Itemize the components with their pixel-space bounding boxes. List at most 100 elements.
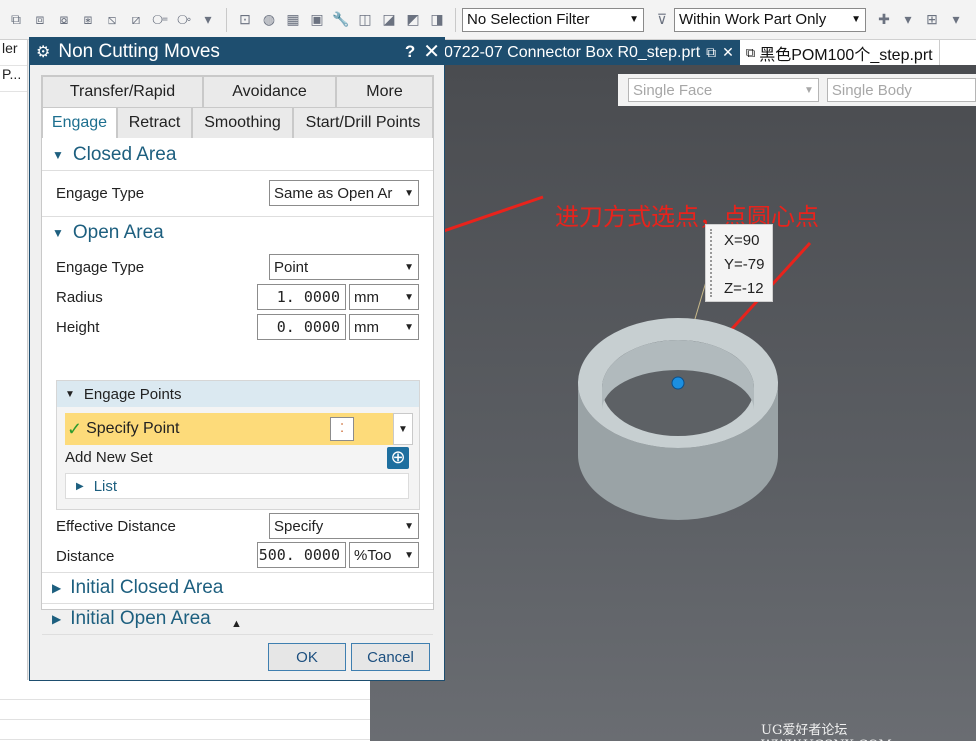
selection-filter-dropdown[interactable]: No Selection Filter ▼	[462, 7, 644, 32]
gear-icon[interactable]: ⚙	[36, 42, 50, 62]
expand-right-icon: ▶	[76, 480, 84, 492]
list-label: List	[93, 477, 118, 495]
tab-smoothing[interactable]: Smoothing	[192, 107, 293, 138]
section-title: Initial Open Area	[70, 608, 211, 629]
open-engage-type-dropdown[interactable]: Point ▼	[269, 254, 419, 280]
tab-more[interactable]: More	[336, 76, 433, 107]
tab-engage[interactable]: Engage	[42, 107, 117, 138]
point-dialog-icon[interactable]: ⁚	[330, 417, 354, 441]
distance-row: Distance 500. 0000 %Too ▼	[42, 541, 433, 573]
radius-input[interactable]: 1. 0000	[257, 284, 346, 310]
tab-start-drill-points[interactable]: Start/Drill Points	[293, 107, 433, 138]
navigator-strip: ler P...	[0, 40, 28, 741]
distance-input[interactable]: 500. 0000	[257, 542, 346, 568]
snap-active-icon[interactable]: ◫	[355, 10, 375, 30]
snap-grid-icon[interactable]: ▦	[283, 10, 303, 30]
engage-points-header[interactable]: ▼ Engage Points	[57, 381, 419, 407]
dialog-title-bar[interactable]: ⚙ Non Cutting Moves ? ✕	[30, 38, 444, 65]
select-component-icon[interactable]: ⧄	[126, 10, 146, 30]
point-type-dropdown[interactable]: ▼	[393, 413, 413, 445]
coord-x: X=90	[724, 232, 760, 249]
radius-unit-dropdown[interactable]: mm ▼	[349, 284, 419, 310]
close-icon[interactable]: ✕	[722, 44, 734, 61]
select-sketch-icon[interactable]: ⧃	[150, 10, 170, 30]
selection-filter-value: No Selection Filter	[467, 11, 590, 28]
open-area-header[interactable]: ▼ Open Area	[42, 217, 433, 248]
snap-image-icon[interactable]: ▣	[307, 10, 327, 30]
effective-distance-row: Effective Distance Specify ▼	[42, 512, 433, 541]
height-row: Height 0. 0000 mm ▼	[42, 312, 433, 342]
help-button[interactable]: ?	[405, 42, 415, 62]
initial-closed-area-header[interactable]: ▶ Initial Closed Area	[42, 573, 433, 604]
toolbar-divider	[226, 7, 227, 32]
doc-tab-pom[interactable]: ⧉ 黑色POM100个_step.prt	[739, 40, 940, 65]
closed-area-header[interactable]: ▼ Closed Area	[42, 140, 433, 171]
chevron-down-icon: ▼	[404, 520, 414, 532]
collapse-up-icon[interactable]: ▲	[231, 618, 242, 630]
dialog-title: Non Cutting Moves	[58, 40, 220, 62]
select-edge-icon[interactable]: ⧆	[78, 10, 98, 30]
close-icon[interactable]: ✕	[423, 39, 440, 64]
toolbar-divider	[455, 7, 456, 32]
expand-right-icon: ▶	[52, 581, 62, 595]
assembly-select-icon[interactable]: ⊞	[922, 10, 942, 30]
snap-sphere-icon[interactable]: ◍	[259, 10, 279, 30]
main-toolbar: ⧉ ⧈ ⧇ ⧆ ⧅ ⧄ ⧃ ⧂ ▾ ⊡ ◍ ▦ ▣ 🔧 ◫ ◪ ◩ ◨ No S…	[0, 0, 976, 40]
select-face-icon[interactable]: ⧇	[54, 10, 74, 30]
face-rule-dropdown[interactable]: Single Face ▼	[628, 78, 819, 102]
snap-orange-icon[interactable]: ◪	[379, 10, 399, 30]
field-label: Height	[56, 318, 100, 336]
scope-filter-dropdown[interactable]: Within Work Part Only ▼	[674, 7, 866, 32]
body-rule-dropdown[interactable]: Single Body	[826, 78, 976, 102]
window-icon[interactable]: ⧉	[706, 44, 716, 61]
distance-unit-dropdown[interactable]: %Too ▼	[349, 542, 419, 568]
open-engage-type-row: Engage Type Point ▼	[42, 252, 433, 282]
snap-point-icon[interactable]: ⊡	[235, 10, 255, 30]
tab-retract[interactable]: Retract	[117, 107, 192, 138]
expand-down-icon: ▼	[65, 388, 75, 400]
specify-point-row[interactable]: ✓ Specify Point ⁚ ▼	[65, 413, 413, 445]
watermark: UG爱好者论坛 WWW.UGSNX.COM	[761, 723, 892, 741]
add-filter-icon[interactable]: ✚	[874, 10, 894, 30]
section-title: Closed Area	[72, 144, 177, 165]
tab-row-1: Transfer/Rapid Avoidance More	[42, 76, 433, 107]
graphics-viewport[interactable]	[349, 65, 976, 741]
list-expander[interactable]: ▶ List	[65, 473, 409, 499]
expand-down-icon: ▼	[52, 148, 64, 162]
filter-funnel-icon[interactable]: ⊽	[652, 10, 672, 30]
closed-engage-type-row: Engage Type Same as Open Ar ▼	[42, 171, 433, 217]
cancel-button[interactable]: Cancel	[351, 643, 430, 671]
ok-button[interactable]: OK	[268, 643, 346, 671]
snap-tools-icon[interactable]: ◩	[403, 10, 423, 30]
add-set-icon[interactable]: ⊕	[387, 447, 409, 469]
selected-center-point	[671, 376, 685, 390]
doc-tab-connector-box[interactable]: 0722-07 Connector Box R0_step.prt ⧉ ✕	[438, 40, 740, 65]
expand-down-icon: ▼	[52, 225, 64, 240]
wrench-icon[interactable]: 🔧	[331, 10, 351, 30]
select-mode-icon[interactable]: ▾	[198, 10, 218, 30]
chevron-down-icon[interactable]: ▾	[946, 10, 966, 30]
coord-z: Z=-12	[724, 280, 764, 297]
field-label: Distance	[56, 548, 115, 565]
navigator-cell: ler	[0, 40, 27, 66]
height-input[interactable]: 0. 0000	[257, 314, 346, 340]
tab-avoidance[interactable]: Avoidance	[203, 76, 336, 107]
part-file-icon: ⧉	[745, 44, 756, 60]
select-datum-icon[interactable]: ⧂	[174, 10, 194, 30]
height-unit-dropdown[interactable]: mm ▼	[349, 314, 419, 340]
select-feature-icon[interactable]: ⧉	[6, 10, 26, 30]
closed-engage-type-dropdown[interactable]: Same as Open Ar ▼	[269, 180, 419, 206]
dropdown-value: Point	[274, 258, 309, 276]
select-curve-icon[interactable]: ⧅	[102, 10, 122, 30]
engage-points-group: ▼ Engage Points ✓ Specify Point ⁚ ▼ Add N…	[56, 380, 420, 510]
chevron-down-icon: ▼	[404, 291, 414, 303]
snap-list-icon[interactable]: ◨	[427, 10, 447, 30]
select-body-icon[interactable]: ⧈	[30, 10, 50, 30]
effective-distance-dropdown[interactable]: Specify ▼	[269, 513, 419, 539]
group-title: Engage Points	[83, 385, 182, 403]
tab-transfer-rapid[interactable]: Transfer/Rapid	[42, 76, 203, 107]
grid-row	[0, 720, 370, 740]
chevron-down-icon: ▼	[404, 187, 414, 199]
chevron-down-icon[interactable]: ▾	[898, 10, 918, 30]
unit-value: mm	[354, 288, 379, 306]
